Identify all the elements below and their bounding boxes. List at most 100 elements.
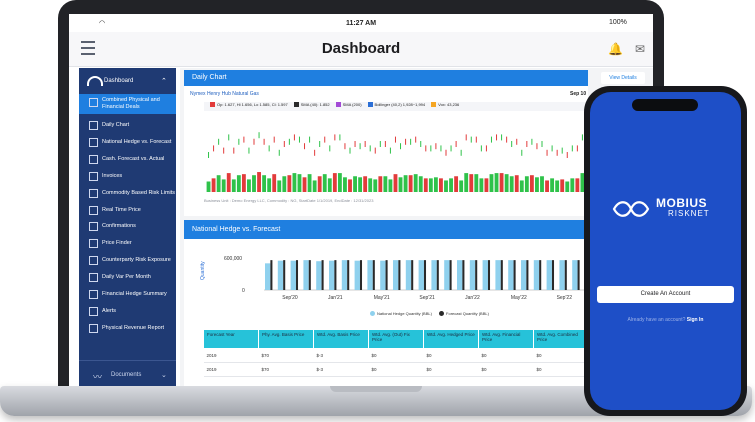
sidebar-dashboard[interactable]: Dashboard ⌃ [79, 68, 176, 94]
volume-bar [469, 174, 474, 192]
create-account-button[interactable]: Create An Account [597, 286, 734, 303]
hedge-bar [405, 260, 412, 290]
volume-bar [241, 174, 246, 192]
laptop-screen: ◠ 11:27 AM 100% Dashboard 🔔 ✉ Dashboard … [69, 14, 653, 386]
volume-bar [449, 178, 453, 192]
forecast-bar [513, 260, 516, 290]
hedge-header: National Hedge vs. Forecast [184, 220, 588, 239]
report-icon [89, 323, 98, 333]
daily-chart-plot [206, 132, 588, 192]
mail-icon[interactable]: ✉ [635, 42, 645, 56]
volume-bar [358, 177, 363, 192]
forecast-bar [500, 260, 503, 290]
volume-bar [418, 176, 423, 192]
volume-bar [428, 178, 433, 192]
sidebar-documents[interactable]: 〰 Documents ⌄ [79, 360, 176, 386]
volume-bar [317, 176, 322, 192]
signin-prompt: Already have an account? Sign In [590, 317, 741, 323]
forecast-bar [564, 260, 567, 290]
sidebar-dashboard-label: Dashboard [104, 78, 134, 84]
volume-bar [560, 179, 565, 192]
battery-indicator: 100% [609, 19, 627, 26]
hedge-legend-swatch [370, 311, 375, 317]
app-header: Dashboard 🔔 ✉ [69, 32, 653, 67]
hedge-chart-plot: Quantity 600,000 0 Sep'20 Jan'21 May'21 Sep'21… [200, 256, 584, 301]
forecast-bar [283, 260, 286, 290]
sidebar-item-label: Financial Hedge Summary [102, 291, 167, 297]
volume-bar [368, 178, 373, 192]
forecast-legend-swatch [439, 311, 445, 317]
report-icon [89, 256, 98, 266]
mobius-logo: MOBIUS RISKNET [608, 196, 738, 222]
table-header: Forecast Year [203, 329, 259, 349]
volume-bar [565, 181, 570, 192]
view-details-button[interactable]: View Details [601, 72, 645, 84]
report-icon [89, 205, 98, 215]
volume-bar [540, 176, 544, 192]
chart-line-icon: 〰 [93, 372, 103, 382]
legend-swatch [431, 102, 437, 108]
report-icon [89, 171, 98, 181]
sidebar-item[interactable]: Alerts [79, 303, 176, 319]
sidebar-item[interactable]: Physical Revenue Report [79, 320, 176, 336]
hedge-bar [277, 260, 284, 290]
volume-bar [378, 176, 383, 192]
hedge-legend: National Hedge Quantity (BBL) Forecast Q… [364, 311, 489, 317]
volume-bar [231, 179, 236, 192]
daily-chart-legend: Op: 1.627, Hi 1.656, Lo 1.585, Cl: 1.597… [204, 102, 592, 111]
volume-bar [236, 175, 241, 192]
legend-label: SMA (40): 1.852 [300, 102, 330, 107]
sidebar-item[interactable]: Counterparty Risk Exposure [79, 252, 176, 268]
forecast-bar [526, 260, 529, 290]
volume-bar [459, 180, 464, 192]
table-header: Phy. Avg. Basis Price [258, 329, 314, 349]
volume-bar [353, 176, 357, 192]
x-tick-label: Sep'20 [282, 295, 298, 301]
volume-bar [413, 174, 418, 192]
sidebar-item[interactable]: Price Finder [79, 235, 176, 251]
sidebar-item[interactable]: Confirmations [79, 218, 176, 234]
sidebar-item[interactable]: Daily Chart [79, 117, 176, 133]
sidebar-item[interactable]: Real Time Price [79, 202, 176, 218]
bell-icon[interactable]: 🔔 [608, 42, 623, 56]
signin-link[interactable]: Sign In [687, 317, 704, 323]
sidebar-item-label: Daily Chart [102, 122, 130, 128]
table-header: Wtd. Avg. Hedged Price [423, 329, 479, 349]
sidebar-item[interactable]: Daily Var Per Month [79, 269, 176, 285]
volume-bar [348, 179, 352, 192]
sidebar-item[interactable]: Commodity Based Risk Limits [79, 185, 176, 201]
table-cell: $0 [368, 362, 424, 377]
phone-screen: MOBIUS RISKNET Create An Account Already… [590, 92, 741, 410]
sidebar-item[interactable]: Combined Physical and Financial Deals [79, 94, 176, 114]
sidebar-item[interactable]: Invoices [79, 168, 176, 184]
volume-bar [388, 179, 393, 192]
report-icon [89, 222, 98, 232]
forecast-bar [551, 260, 555, 290]
legend-label: Bollinger (40,2) 1,928~1,994 [374, 102, 426, 107]
hedge-bar [533, 260, 540, 290]
brand-top: MOBIUS [656, 196, 707, 210]
sidebar-item[interactable]: Cash. Forecast vs. Actual [79, 151, 176, 167]
hedge-legend-hedge: National Hedge Quantity (BBL) [377, 311, 432, 316]
volume-bar [423, 178, 428, 192]
table-row: 2019 $70 $-3 $0 $0 $0 $0 [203, 362, 589, 377]
dynamic-island [632, 99, 698, 111]
daily-chart-card: Daily Chart Nymex Henry Hub Natural Gas … [184, 70, 592, 216]
table-row: 2019 $70 $-3 $0 $0 $0 $0 [203, 348, 589, 363]
forecast-bar [270, 260, 273, 290]
hedge-bar [380, 260, 386, 290]
volume-bar [327, 178, 332, 192]
forecast-bar [436, 260, 439, 290]
table-cell: $0 [533, 348, 589, 363]
legend-label: Op: 1.627, Hi 1.656, Lo 1.585, Cl: 1.597 [217, 102, 288, 107]
volume-bar [393, 174, 398, 192]
sidebar-item-label: Invoices [102, 172, 123, 179]
x-tick-label: May'21 [374, 295, 390, 301]
sidebar-item[interactable]: Financial Hedge Summary [79, 286, 176, 302]
report-icon [89, 273, 98, 283]
sidebar: Dashboard ⌃ Combined Physical and Financ… [79, 68, 176, 386]
volume-bar [398, 177, 403, 192]
hedge-bar [546, 260, 552, 290]
table-cell: $-3 [313, 348, 369, 363]
sidebar-item[interactable]: National Hedge vs. Forecast [79, 134, 176, 150]
